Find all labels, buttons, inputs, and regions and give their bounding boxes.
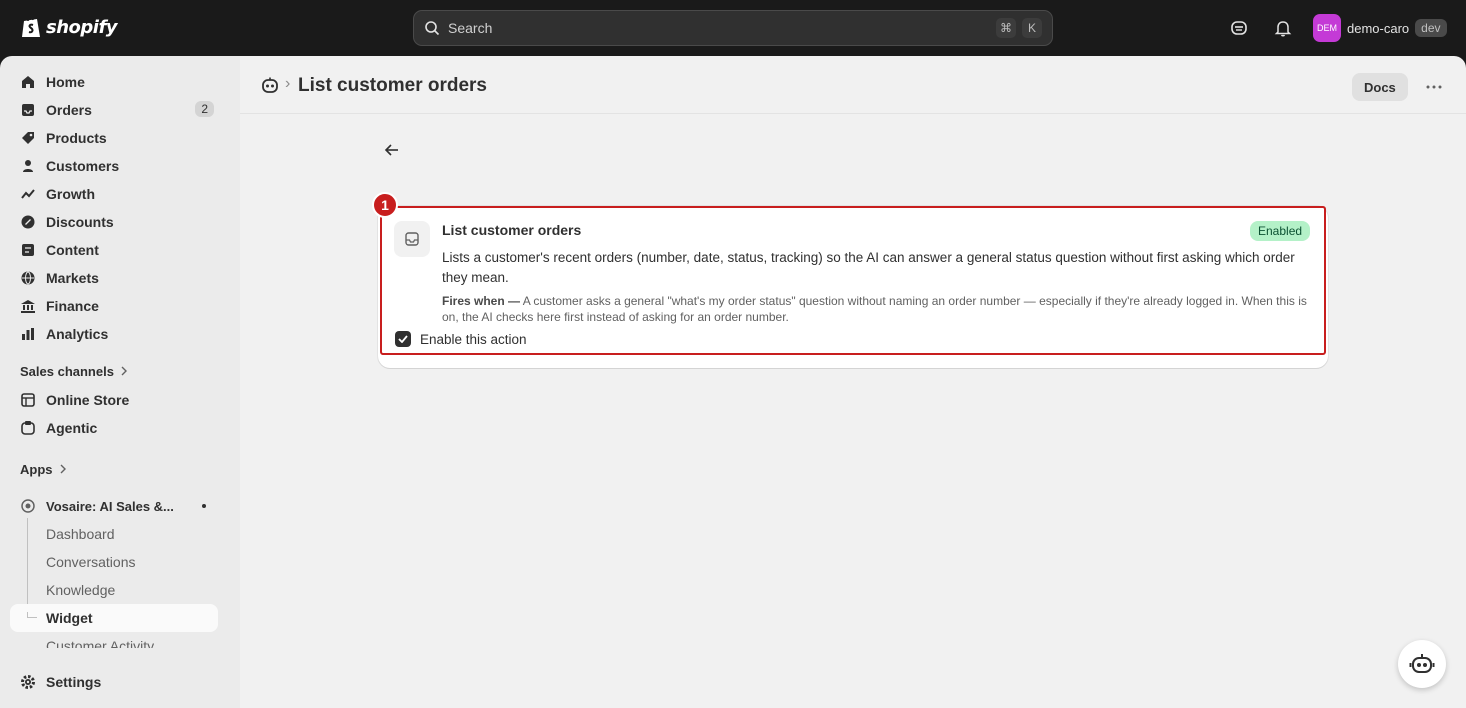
fires-when-text: Fires when — A customer asks a general "… (442, 293, 1312, 325)
env-badge: dev (1415, 19, 1447, 37)
tag-icon (20, 130, 36, 146)
apps-header[interactable]: Apps (20, 462, 67, 477)
section-label: Sales channels (20, 364, 114, 379)
sidebar-item-growth[interactable]: Growth (10, 180, 218, 208)
robot-icon (1409, 654, 1435, 673)
main-content: › List customer orders Docs 1 List custo… (240, 56, 1466, 708)
sidebar-item-label: Analytics (46, 326, 109, 342)
inbox-icon (394, 221, 430, 257)
growth-icon (20, 186, 36, 202)
sidebar-item-label: Customers (46, 158, 120, 174)
sidebar-item-discounts[interactable]: Discounts (10, 208, 218, 236)
sidebar-item-label: Markets (46, 270, 99, 286)
gear-icon (20, 674, 36, 690)
search-shortcut: ⌘ K (996, 18, 1042, 38)
sidebar-item-home[interactable]: Home (10, 68, 218, 96)
checkmark-icon (398, 335, 408, 343)
sidebar-item-label: Products (46, 130, 107, 146)
store-icon (20, 392, 36, 408)
enable-label: Enable this action (420, 331, 527, 347)
page-title: List customer orders (298, 75, 487, 96)
sidebar-item-label: Online Store (46, 392, 130, 408)
bell-icon[interactable] (1273, 18, 1293, 38)
subnav-dashboard[interactable]: Dashboard (46, 526, 115, 542)
store-name: demo-caro (1347, 20, 1410, 36)
subnav-line (27, 518, 28, 616)
avatar: DEM (1313, 14, 1341, 42)
chat-widget-button[interactable] (1398, 640, 1446, 688)
status-badge: Enabled (1250, 221, 1311, 241)
sales-channels-header[interactable]: Sales channels (20, 364, 128, 379)
subnav-elbow (27, 612, 37, 618)
action-title: List customer orders (442, 222, 582, 238)
store-menu[interactable]: DEM demo-caro dev (1313, 14, 1447, 42)
sidebar-item-online-store[interactable]: Online Store (10, 386, 218, 414)
top-bar: shopify Search ⌘ K DEM demo-caro dev (0, 0, 1466, 56)
content-icon (20, 242, 36, 258)
sidebar-item-label: Home (46, 74, 85, 90)
home-icon (20, 74, 36, 90)
chevron-right-icon (120, 364, 128, 379)
sidebar-item-label: Orders (46, 102, 92, 118)
subnav-knowledge[interactable]: Knowledge (46, 582, 115, 598)
sidebar-item-label: Finance (46, 298, 99, 314)
fires-when-label: Fires when — (442, 294, 521, 308)
action-description: Lists a customer's recent orders (number… (442, 250, 1295, 285)
subnav-customer-activity[interactable]: Customer Activity (46, 638, 154, 648)
sidebar-item-customers[interactable]: Customers (10, 152, 218, 180)
logo-text: shopify (46, 16, 118, 38)
sidebar-item-label: Growth (46, 186, 95, 202)
subnav-widget[interactable]: Widget (46, 610, 93, 626)
shopify-logo[interactable]: shopify (20, 15, 118, 39)
sidebar-item-label: Discounts (46, 214, 114, 230)
active-highlight (10, 604, 218, 632)
cmd-key: ⌘ (996, 18, 1016, 38)
inbox-icon (20, 102, 36, 118)
bar-chart-icon (20, 326, 36, 342)
subnav-conversations[interactable]: Conversations (46, 554, 136, 570)
page-header: › List customer orders Docs (240, 56, 1466, 114)
search-input[interactable]: Search (448, 20, 996, 36)
person-icon (20, 158, 36, 174)
sidebar-item-products[interactable]: Products (10, 124, 218, 152)
discount-icon (20, 214, 36, 230)
sidebar-item-finance[interactable]: Finance (10, 292, 218, 320)
pin-dot (202, 504, 206, 508)
docs-button[interactable]: Docs (1352, 73, 1408, 101)
enable-checkbox[interactable] (395, 331, 411, 347)
sidebar-item-vosaire-app[interactable]: Vosaire: AI Sales &... (10, 492, 218, 520)
breadcrumb-chevron-icon: › (285, 75, 291, 92)
section-label: Apps (20, 462, 53, 477)
vosaire-app-icon (20, 498, 36, 514)
bank-icon (20, 298, 36, 314)
sidebar-item-label: Agentic (46, 420, 98, 436)
sidebar-item-orders[interactable]: Orders 2 (10, 96, 218, 124)
chevron-right-icon (59, 462, 67, 477)
globe-icon (20, 270, 36, 286)
sidebar-item-label: Content (46, 242, 99, 258)
more-actions-icon[interactable] (1420, 73, 1448, 101)
sidebar: Home Orders 2 Products Customers Growth … (0, 56, 240, 708)
search-bar[interactable]: Search ⌘ K (413, 10, 1053, 46)
sidebar-item-markets[interactable]: Markets (10, 264, 218, 292)
enable-action-toggle[interactable]: Enable this action (395, 331, 527, 347)
sidebar-item-content[interactable]: Content (10, 236, 218, 264)
app-breadcrumb-icon[interactable] (260, 76, 280, 96)
sidebar-item-label: Vosaire: AI Sales &... (46, 498, 174, 514)
orders-count-badge: 2 (195, 101, 214, 117)
sidebar-item-label: Settings (46, 674, 102, 690)
sidebar-item-agentic[interactable]: Agentic (10, 414, 218, 442)
k-key: K (1022, 18, 1042, 38)
sidebar-item-analytics[interactable]: Analytics (10, 320, 218, 348)
shopify-bag-icon (22, 16, 40, 37)
assistant-icon[interactable] (1229, 18, 1249, 38)
marker-badge: 1 (372, 192, 398, 218)
back-arrow-icon[interactable] (382, 140, 402, 160)
sidebar-item-settings[interactable]: Settings (10, 668, 218, 696)
search-icon (425, 21, 440, 36)
agentic-icon (20, 420, 36, 436)
fires-when-body: A customer asks a general "what's my ord… (442, 294, 1307, 324)
